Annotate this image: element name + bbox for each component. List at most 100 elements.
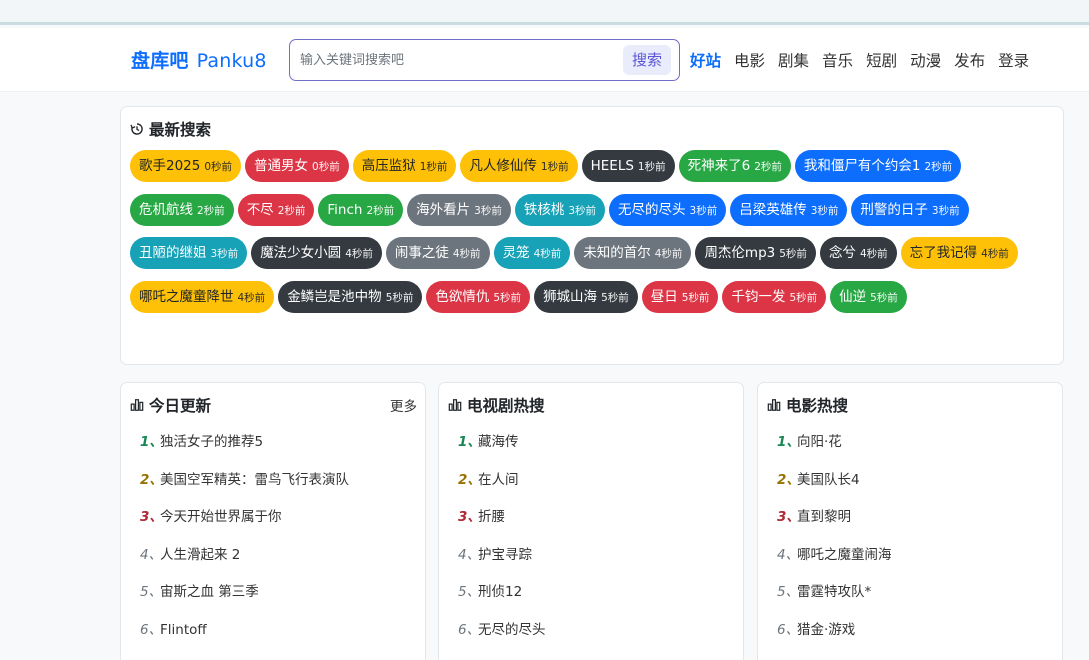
search-tag[interactable]: 哪吒之魔童降世 4秒前 — [130, 280, 275, 313]
search-tag[interactable]: 念兮 4秒前 — [819, 237, 897, 269]
search-tag-text: 闹事之徒 — [394, 245, 449, 261]
search-tag[interactable]: 危机航线 2秒前 — [130, 193, 234, 226]
list-item-title: 独活女子的推荐5 — [160, 434, 264, 450]
list-item[interactable]: 2、在人间 — [458, 468, 738, 506]
search-tag[interactable]: 歌手2025 0秒前 — [130, 150, 242, 182]
brand-name-cn: 盘库吧 — [131, 50, 189, 72]
nav-link-short-drama[interactable]: 短剧 — [866, 49, 897, 71]
search-tag-text: 昼日 — [650, 288, 678, 305]
list-item[interactable]: 2、美国队长4 — [777, 468, 1057, 506]
list-item[interactable]: 4、哪吒之魔童闹海 — [777, 543, 1057, 581]
nav-link-haozhan[interactable]: 好站 — [690, 49, 721, 71]
list-item[interactable]: 4、人生滑起来 2 — [140, 543, 420, 581]
search-tag[interactable]: 千钧一发 5秒前 — [722, 280, 827, 313]
list-item[interactable]: 3、折腰 — [458, 505, 738, 543]
list-item[interactable]: 3、今天开始世界属于你 — [140, 505, 420, 543]
search-tag[interactable]: 丑陋的继姐 3秒前 — [130, 237, 248, 269]
search-tag-text: 色欲情仇 — [435, 288, 490, 305]
search-tag[interactable]: 魔法少女小圆 4秒前 — [251, 237, 382, 269]
search-tag-time: 1秒前 — [419, 161, 448, 173]
rank-number: 6、 — [140, 621, 163, 638]
search-tag-text: 周杰伦mp3 — [704, 245, 776, 261]
search-tag[interactable]: 死神来了6 2秒前 — [678, 150, 791, 182]
search-tag-time: 4秒前 — [452, 248, 481, 260]
search-tag[interactable]: 色欲情仇 5秒前 — [426, 280, 531, 313]
nav-link-music[interactable]: 音乐 — [822, 49, 853, 71]
list-item[interactable]: 6、猎金·游戏 — [777, 618, 1057, 656]
nav-link-series[interactable]: 剧集 — [778, 49, 809, 71]
recent-searches-card: 最新搜索 歌手2025 0秒前 普通男女 0秒前 高压监狱 1秒前 凡人修仙传 1秒前 HEEL… — [120, 106, 1064, 365]
tv-hot-list: 1、藏海传 2、在人间 3、折腰 4、护宝寻踪 5、刑侦12 6、无尽的尽头 — [458, 430, 738, 656]
search-tag[interactable]: 仙逆 5秒前 — [830, 280, 907, 313]
search-tag[interactable]: 无尽的尽头 3秒前 — [609, 193, 727, 226]
tv-hot-card: 电视剧热搜 1、藏海传 2、在人间 3、折腰 4、护宝寻踪 5、刑侦12 6、无尽的尽头 — [438, 382, 744, 660]
search-button[interactable]: 搜索 — [623, 45, 671, 75]
chart-icon — [130, 398, 146, 415]
search-input[interactable] — [300, 49, 620, 71]
search-tag-time: 5秒前 — [789, 291, 818, 304]
list-item[interactable]: 1、藏海传 — [458, 430, 738, 468]
recent-searches-title: 最新搜索 — [130, 118, 211, 140]
search-tag-time: 3秒前 — [931, 204, 960, 217]
rank-number: 6、 — [777, 621, 800, 638]
search-tag[interactable]: 闹事之徒 4秒前 — [385, 237, 490, 269]
nav-link-anime[interactable]: 动漫 — [910, 49, 941, 71]
search-tag[interactable]: 海外看片 3秒前 — [407, 193, 511, 226]
search-tag[interactable]: 普通男女 0秒前 — [245, 150, 349, 182]
list-item-title: Flintoff — [160, 621, 207, 638]
recent-searches-title-text: 最新搜索 — [149, 121, 212, 139]
list-item[interactable]: 6、无尽的尽头 — [458, 618, 738, 656]
list-item[interactable]: 4、护宝寻踪 — [458, 543, 738, 581]
list-item[interactable]: 2、美国空军精英：雷鸟飞行表演队 — [140, 468, 420, 506]
search-tag[interactable]: 吕梁英雄传 3秒前 — [730, 193, 848, 226]
search-tag[interactable]: HEELS 1秒前 — [581, 150, 675, 182]
search-tag[interactable]: 刑警的日子 3秒前 — [851, 193, 969, 226]
nav-link-publish[interactable]: 发布 — [954, 49, 985, 71]
list-item[interactable]: 1、向阳·花 — [777, 430, 1057, 468]
rank-number: 3、 — [140, 509, 163, 526]
rank-number: 1、 — [140, 434, 163, 450]
search-tag-time: 4秒前 — [654, 248, 683, 260]
list-item-title: 雷霆特攻队* — [797, 584, 872, 601]
search-tag-time: 3秒前 — [689, 204, 718, 217]
rank-number: 2、 — [140, 471, 163, 488]
search-tag-time: 5秒前 — [493, 291, 522, 304]
search-tag[interactable]: 金鳞岂是池中物 5秒前 — [278, 280, 423, 313]
search-tag-time: 5秒前 — [870, 291, 898, 304]
browser-top-strip — [0, 0, 1089, 25]
more-link[interactable]: 更多 — [390, 395, 417, 415]
search-tag[interactable]: 高压监狱 1秒前 — [352, 150, 457, 182]
search-tag[interactable]: 忘了我记得 4秒前 — [900, 237, 1018, 269]
list-item[interactable]: 5、刑侦12 — [458, 580, 738, 618]
search-tag-text: 普通男女 — [254, 158, 309, 174]
site-logo[interactable]: 盘库吧 Panku8 — [131, 46, 267, 73]
search-tag[interactable]: 狮城山海 5秒前 — [534, 280, 638, 313]
search-tag[interactable]: Finch 2秒前 — [318, 193, 404, 226]
rank-number: 5、 — [777, 584, 800, 601]
search-tag[interactable]: 昼日 5秒前 — [641, 280, 719, 313]
search-tag-text: 狮城山海 — [543, 288, 598, 305]
search-tag[interactable]: 未知的首尔 4秒前 — [574, 237, 692, 269]
search-tag[interactable]: 不尽 2秒前 — [237, 193, 315, 226]
list-item[interactable]: 5、雷霆特攻队* — [777, 580, 1057, 618]
search-box: 搜索 — [289, 39, 680, 81]
nav-link-movies[interactable]: 电影 — [734, 49, 765, 71]
search-tag[interactable]: 周杰伦mp3 5秒前 — [695, 237, 816, 269]
list-item[interactable]: 3、直到黎明 — [777, 505, 1057, 543]
rank-number: 4、 — [777, 546, 800, 563]
search-tag[interactable]: 凡人修仙传 1秒前 — [460, 150, 578, 182]
search-tag-text: 不尽 — [246, 201, 274, 218]
search-tag-time: 4秒前 — [345, 248, 373, 260]
search-tag[interactable]: 我和僵尸有个约会1 2秒前 — [794, 150, 962, 182]
list-item[interactable]: 5、宙斯之血 第三季 — [140, 580, 420, 618]
list-item[interactable]: 6、Flintoff — [140, 618, 420, 656]
list-item[interactable]: 1、独活女子的推荐5 — [140, 430, 420, 468]
history-icon — [130, 122, 146, 139]
search-tag-text: 危机航线 — [139, 201, 193, 218]
nav-link-login[interactable]: 登录 — [998, 49, 1029, 71]
search-tag[interactable]: 灵笼 4秒前 — [493, 237, 571, 269]
search-tag-text: 念兮 — [828, 245, 856, 261]
search-tag[interactable]: 铁核桃 3秒前 — [514, 193, 606, 226]
search-tag-text: 死神来了6 — [687, 158, 751, 174]
search-tag-text: 丑陋的继姐 — [139, 245, 207, 261]
